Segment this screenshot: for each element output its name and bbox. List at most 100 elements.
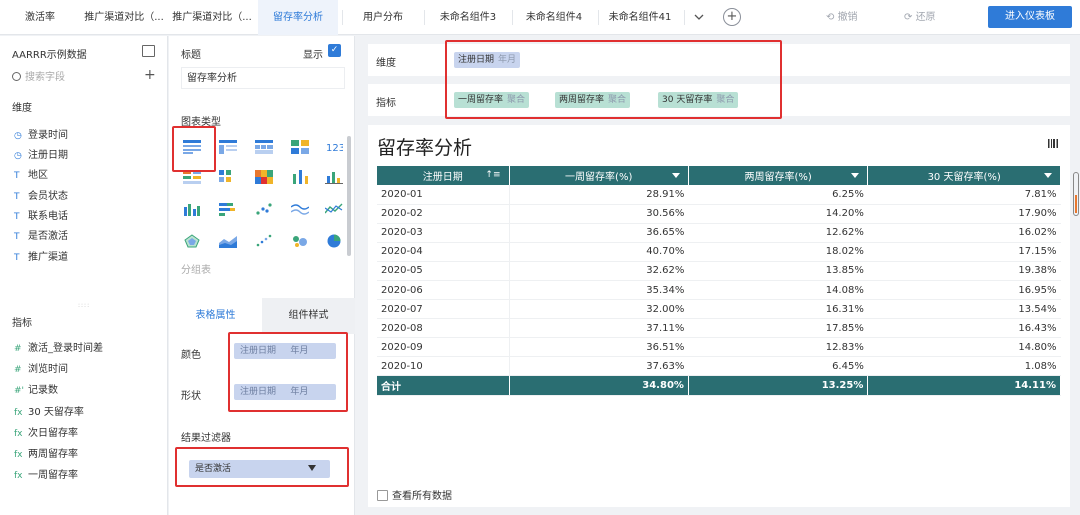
field-register-date[interactable]: ◷ 注册日期 <box>14 146 68 161</box>
barcode-icon[interactable] <box>1048 139 1058 148</box>
tab-table-properties[interactable]: 表格属性 <box>169 298 262 334</box>
enter-dashboard-button[interactable]: 进入仪表板 <box>988 6 1072 28</box>
detail-table-icon[interactable] <box>219 140 237 154</box>
tab-channel-compare-1[interactable]: 推广渠道对比（... <box>80 0 168 35</box>
add-tab-icon[interactable]: + <box>723 8 741 26</box>
undo-icon: ⟲ <box>826 12 838 23</box>
table-row[interactable]: 2020-05 32.62% 13.85% 19.38% <box>377 261 1061 281</box>
column-chart-icon[interactable] <box>325 170 343 184</box>
column-header[interactable]: 一周留存率(%) <box>509 166 689 185</box>
table-row[interactable]: 2020-10 37.63% 6.45% 1.08% <box>377 356 1061 377</box>
add-field-icon[interactable]: + <box>144 67 156 83</box>
value-cell: 28.91% <box>509 185 689 205</box>
polyline-chart-icon[interactable] <box>325 202 343 216</box>
date-cell: 2020-09 <box>377 337 510 358</box>
redo-icon: ⟳ <box>904 12 916 23</box>
radar-icon[interactable] <box>183 234 201 248</box>
field-1week-retention[interactable]: fx 一周留存率 <box>14 466 78 481</box>
field-30day-retention[interactable]: fx 30 天留存率 <box>14 403 84 418</box>
value-cell: 17.85% <box>688 318 868 339</box>
result-filter-label: 结果过滤器 <box>181 433 231 444</box>
field-2week-retention[interactable]: fx 两周留存率 <box>14 445 78 460</box>
line-chart-icon[interactable] <box>291 202 309 216</box>
dot-matrix-icon[interactable] <box>219 170 237 184</box>
grouped-column-icon[interactable] <box>183 202 201 216</box>
dropdown-icon[interactable] <box>671 173 680 178</box>
field-activation-login-diff[interactable]: # 激活_登录时间差 <box>14 339 103 354</box>
date-cell: 2020-03 <box>377 223 510 243</box>
tab-unnamed-41[interactable]: 未命名组件41 <box>598 0 682 35</box>
tab-component-style[interactable]: 组件样式 <box>262 298 355 334</box>
title-input[interactable]: 留存率分析 <box>181 67 345 89</box>
field-record-count[interactable]: #' 记录数 <box>14 381 58 396</box>
table-row[interactable]: 2020-02 30.56% 14.20% 17.90% <box>377 204 1061 224</box>
tab-unnamed-3[interactable]: 未命名组件3 <box>426 0 510 35</box>
stacked-bar-icon[interactable] <box>219 202 237 216</box>
field-browse-time[interactable]: # 浏览时间 <box>14 360 68 375</box>
cross-table-icon[interactable] <box>255 140 273 154</box>
color-table-icon[interactable] <box>183 170 201 184</box>
heatmap-icon[interactable] <box>255 170 273 184</box>
value-cell: 1.08% <box>867 356 1061 377</box>
tab-activation-rate[interactable]: 激活率 <box>0 0 80 35</box>
page-scrollbar[interactable] <box>1073 172 1079 216</box>
dimension-section-title: 维度 <box>12 103 32 114</box>
field-promo-channel[interactable]: T 推广渠道 <box>14 248 68 263</box>
date-cell: 2020-01 <box>377 185 510 205</box>
search-field-input[interactable]: 搜索字段 <box>12 69 132 87</box>
show-title-checkbox[interactable]: ✓ <box>328 44 341 57</box>
tab-channel-compare-2[interactable]: 推广渠道对比（... <box>168 0 256 35</box>
kpi-grid-icon[interactable] <box>291 140 309 154</box>
field-login-time[interactable]: ◷ 登录时间 <box>14 126 68 141</box>
undo-button[interactable]: ⟲ 撤销 <box>826 0 858 35</box>
table-row[interactable]: 2020-08 37.11% 17.85% 16.43% <box>377 318 1061 339</box>
panel-resize-handle[interactable]: :::: <box>78 302 90 309</box>
table-row[interactable]: 2020-07 32.00% 16.31% 13.54% <box>377 299 1061 320</box>
tab-retention-analysis[interactable]: 留存率分析 <box>258 0 338 35</box>
value-cell: 7.81% <box>867 185 1061 205</box>
switch-dataset-icon[interactable] <box>142 45 155 57</box>
field-is-activated[interactable]: T 是否激活 <box>14 227 68 242</box>
table-row[interactable]: 2020-04 40.70% 18.02% 17.15% <box>377 242 1061 262</box>
column-header[interactable]: 30 天留存率(%) <box>867 166 1061 185</box>
column-header[interactable]: 注册日期 ↑≡ <box>377 166 510 185</box>
tab-user-distribution[interactable]: 用户分布 <box>346 0 420 35</box>
highlight-box-chart-type <box>172 126 216 172</box>
value-cell: 17.15% <box>867 242 1061 262</box>
table-row[interactable]: 2020-09 36.51% 12.83% 14.80% <box>377 337 1061 358</box>
chart-type-scrollbar[interactable] <box>347 136 351 256</box>
column-header[interactable]: 两周留存率(%) <box>688 166 869 185</box>
table-row[interactable]: 2020-01 28.91% 6.25% 7.81% <box>377 185 1061 205</box>
value-cell: 13.54% <box>867 299 1061 320</box>
date-cell: 2020-04 <box>377 242 510 262</box>
value-cell: 37.11% <box>509 318 689 339</box>
bubble-scatter-icon[interactable] <box>255 234 273 248</box>
dropdown-icon[interactable] <box>1044 173 1052 178</box>
color-label: 颜色 <box>181 350 201 361</box>
value-cell: 12.83% <box>688 337 868 358</box>
view-all-data-checkbox[interactable]: 查看所有数据 <box>377 487 452 502</box>
scatter-icon[interactable] <box>255 202 273 216</box>
bubble-chart-icon[interactable] <box>291 234 309 248</box>
tab-unnamed-4[interactable]: 未命名组件4 <box>512 0 596 35</box>
table-row[interactable]: 2020-06 35.34% 14.08% 16.95% <box>377 280 1061 301</box>
scatter-bar-icon[interactable] <box>291 170 309 184</box>
number-card-icon[interactable]: 123 <box>325 140 343 154</box>
table-row[interactable]: 2020-03 36.65% 12.62% 16.02% <box>377 223 1061 243</box>
pie-chart-icon[interactable] <box>325 234 343 248</box>
metric-bar-label: 指标 <box>376 98 396 109</box>
sort-icon[interactable]: ↑≡ <box>485 170 500 180</box>
number-icon: # <box>14 344 22 354</box>
title-label: 标题 <box>181 50 201 61</box>
field-phone[interactable]: T 联系电话 <box>14 207 68 222</box>
field-member-status[interactable]: T 会员状态 <box>14 187 68 202</box>
chevron-down-icon[interactable] <box>692 10 706 24</box>
field-region[interactable]: T 地区 <box>14 166 48 181</box>
dropdown-icon[interactable] <box>851 173 860 178</box>
redo-button[interactable]: ⟳ 还原 <box>904 0 936 35</box>
area-chart-icon[interactable] <box>219 234 237 248</box>
field-nextday-retention[interactable]: fx 次日留存率 <box>14 424 78 439</box>
date-cell: 2020-06 <box>377 280 510 301</box>
clock-icon: ◷ <box>14 131 22 141</box>
checkbox[interactable] <box>377 490 388 501</box>
